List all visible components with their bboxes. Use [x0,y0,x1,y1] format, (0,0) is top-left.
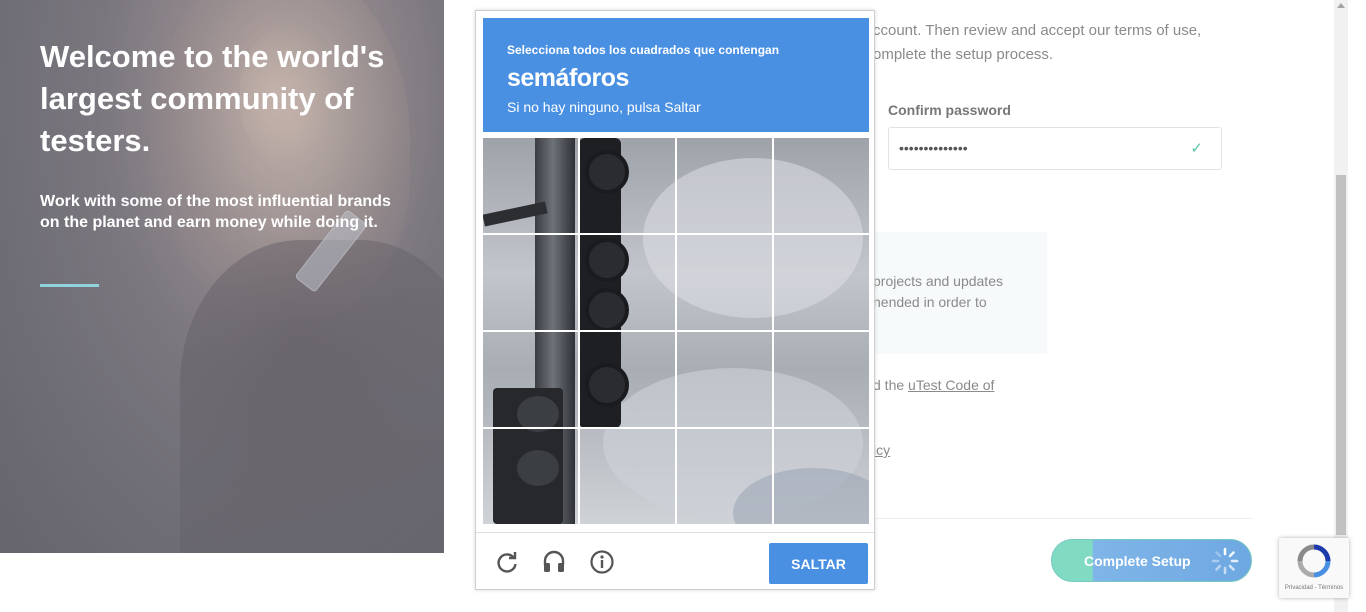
captcha-tile[interactable] [774,429,869,524]
intro-text-line1: ccount. Then review and accept our terms… [873,22,1202,39]
captcha-tile[interactable] [677,332,774,429]
captcha-challenge: Selecciona todos los cuadrados que conte… [475,10,875,590]
captcha-tile[interactable] [483,138,580,235]
captcha-image-grid [483,138,869,524]
captcha-footer: SALTAR [476,532,874,589]
page-scrollbar[interactable] [1334,0,1348,612]
check-icon: ✓ [1190,140,1203,157]
captcha-instruction: Selecciona todos los cuadrados que conte… [507,43,780,57]
captcha-tile[interactable] [677,138,774,235]
code-of-conduct-prefix: d the [873,377,909,393]
captcha-target: semáforos [507,64,629,92]
captcha-header: Selecciona todos los cuadrados que conte… [483,18,869,132]
grid-divider [483,427,869,429]
captcha-tile[interactable] [483,332,580,429]
audio-icon[interactable] [541,549,567,575]
captcha-tile[interactable] [580,235,677,332]
confirm-password-field[interactable]: •••••••••••••• ✓ [888,127,1222,170]
confirm-password-value: •••••••••••••• [899,140,968,156]
complete-setup-label: Complete Setup [1084,553,1191,569]
complete-setup-button[interactable]: Complete Setup [1051,539,1252,582]
captcha-tile[interactable] [677,429,774,524]
confirm-password-label: Confirm password [888,102,1011,118]
grid-divider [483,330,869,332]
captcha-tile[interactable] [580,332,677,429]
recaptcha-logo-icon [1297,544,1331,578]
info-icon[interactable] [589,549,615,575]
hero-panel: Welcome to the world's largest community… [0,0,444,553]
captcha-tile[interactable] [677,235,774,332]
hero-title: Welcome to the world's largest community… [40,39,385,158]
captcha-tile[interactable] [774,138,869,235]
captcha-tile[interactable] [483,235,580,332]
captcha-skip-hint: Si no hay ninguno, pulsa Saltar [507,99,701,115]
captcha-tile[interactable] [580,138,677,235]
scroll-up-arrow-icon[interactable] [1337,3,1345,8]
recaptcha-badge-links[interactable]: Privacidad - Términos [1281,585,1347,591]
captcha-tile[interactable] [774,332,869,429]
privacy-policy-link[interactable]: icy [873,442,890,458]
code-of-conduct-text: d the uTest Code of [873,377,994,393]
skip-button[interactable]: SALTAR [769,543,868,584]
hero-divider [40,284,99,287]
hero-subtitle: Work with some of the most influential b… [40,193,391,231]
scroll-thumb[interactable] [1336,175,1346,535]
form-divider [873,518,1253,519]
info-text: projects and updates nended in order to [873,273,1003,310]
recaptcha-badge[interactable]: Privacidad - Términos [1279,538,1349,598]
reload-icon[interactable] [494,549,520,575]
signup-page: Welcome to the world's largest community… [0,0,1366,612]
loading-spinner-icon [1211,547,1239,575]
captcha-tile[interactable] [774,235,869,332]
captcha-tile[interactable] [580,429,677,524]
code-of-conduct-link[interactable]: uTest Code of [908,377,994,393]
grid-divider [483,233,869,235]
captcha-tile[interactable] [483,429,580,524]
intro-text-line2: omplete the setup process. [873,46,1054,63]
